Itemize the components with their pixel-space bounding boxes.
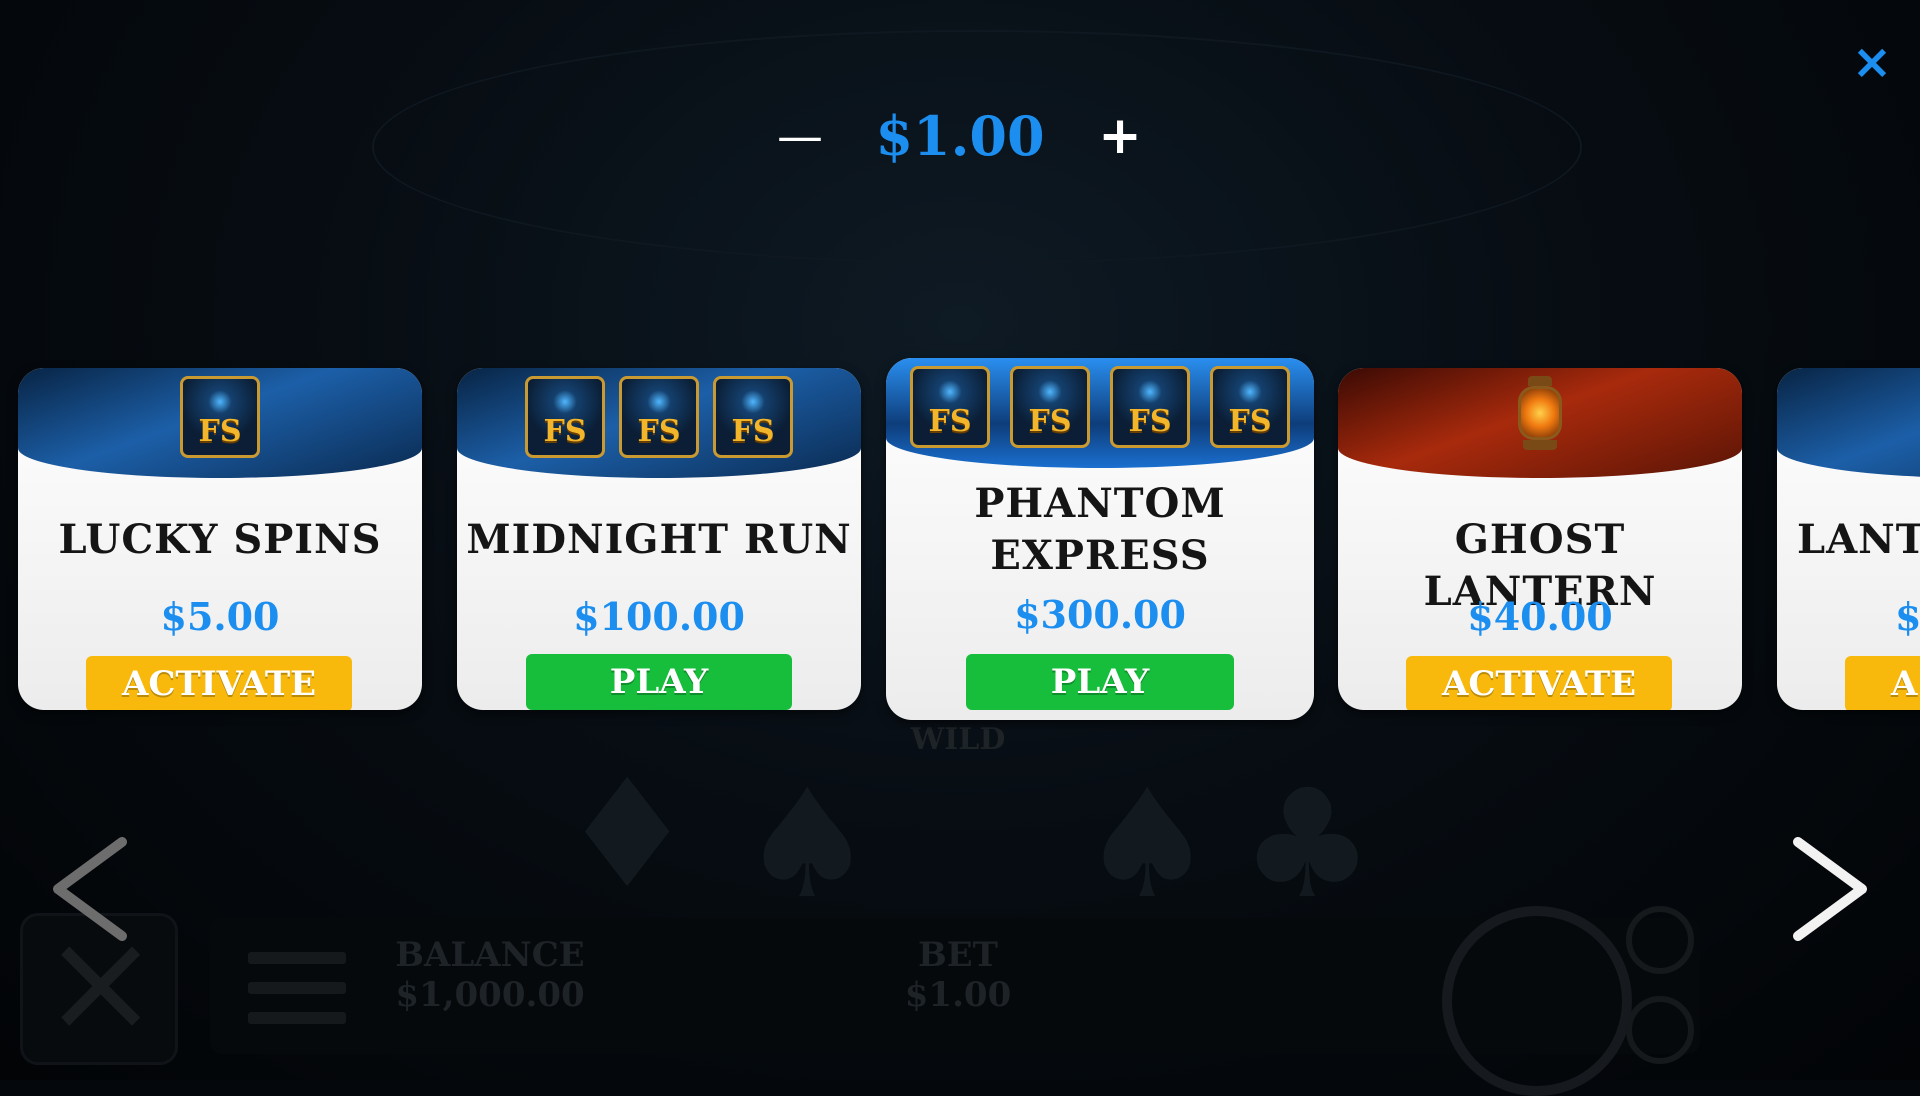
- diamond-suit-icon: ♦: [560, 748, 695, 922]
- activate-button[interactable]: ACTIVATE: [86, 656, 352, 710]
- previous-arrow-button[interactable]: [48, 834, 138, 944]
- offer-card-ghost-lantern: GHOST LANTERN $40.00 ACTIVATE: [1338, 368, 1742, 710]
- free-spins-icon: FS: [910, 366, 990, 448]
- spade-suit-icon-2: ♠: [1080, 758, 1215, 932]
- card-banner: [1338, 368, 1742, 478]
- balance-value: $1,000.00: [395, 975, 585, 1015]
- activate-button[interactable]: A: [1845, 656, 1920, 710]
- card-banner: [1777, 368, 1920, 478]
- free-spins-icon: FS: [1010, 366, 1090, 448]
- background-menu-icon: [248, 952, 346, 1042]
- activate-button[interactable]: ACTIVATE: [1406, 656, 1672, 710]
- background-turbo-icon: [1626, 996, 1694, 1064]
- decrease-stake-button[interactable]: —: [740, 96, 860, 176]
- increase-stake-button[interactable]: +: [1060, 96, 1180, 176]
- free-spins-icon: FS: [1110, 366, 1190, 448]
- free-spins-icon: FS: [713, 376, 793, 458]
- card-banner: FS: [18, 368, 422, 478]
- chevron-left-icon: [53, 837, 127, 941]
- card-banner: FS FS FS FS: [886, 358, 1314, 468]
- offer-price: $300.00: [1014, 592, 1186, 637]
- free-spins-icon: FS: [1210, 366, 1290, 448]
- chevron-right-icon: [1793, 837, 1867, 941]
- offer-title: LANTE: [1797, 516, 1920, 563]
- offer-card-midnight-run: FS FS FS MIDNIGHT RUN $100.00 PLAY: [457, 368, 861, 710]
- offer-price: $100.00: [573, 594, 745, 639]
- club-suit-icon: ♣: [1240, 758, 1375, 932]
- background-spin-button: [1442, 906, 1632, 1096]
- bet-label: BET: [918, 935, 998, 975]
- play-button[interactable]: PLAY: [966, 654, 1234, 710]
- bet-value: $1.00: [904, 975, 1012, 1015]
- close-icon: ×: [1851, 34, 1893, 90]
- offer-card-phantom-express: FS FS FS FS PHANTOM EXPRESS $300.00 PLAY: [886, 358, 1314, 720]
- stake-selector: — $1.00 +: [740, 96, 1180, 176]
- spade-suit-icon: ♠: [740, 758, 875, 932]
- free-spins-icon: FS: [525, 376, 605, 458]
- stake-value: $1.00: [875, 104, 1045, 168]
- offer-title: MIDNIGHT RUN: [466, 516, 852, 563]
- offer-card-partial: LANTE $1 A: [1777, 368, 1920, 710]
- offer-carousel: FS LUCKY SPINS $5.00 ACTIVATE FS FS FS M…: [0, 350, 1920, 730]
- free-spins-icon: FS: [619, 376, 699, 458]
- play-button[interactable]: PLAY: [526, 654, 792, 710]
- close-button[interactable]: ×: [1850, 38, 1894, 86]
- card-banner: FS FS FS: [457, 368, 861, 478]
- offer-title: LUCKY SPINS: [58, 516, 382, 563]
- offer-price: $1: [1895, 594, 1920, 639]
- background-autoplay-icon: [1626, 906, 1694, 974]
- next-arrow-button[interactable]: [1782, 834, 1872, 944]
- offer-price: $5.00: [160, 594, 280, 639]
- free-spins-icon: FS: [180, 376, 260, 458]
- offer-card-lucky-spins: FS LUCKY SPINS $5.00 ACTIVATE: [18, 368, 422, 710]
- lantern-icon: [1518, 376, 1562, 456]
- balance-label: BALANCE: [395, 935, 585, 975]
- offer-title: PHANTOM EXPRESS: [974, 480, 1226, 579]
- offer-price: $40.00: [1467, 594, 1613, 639]
